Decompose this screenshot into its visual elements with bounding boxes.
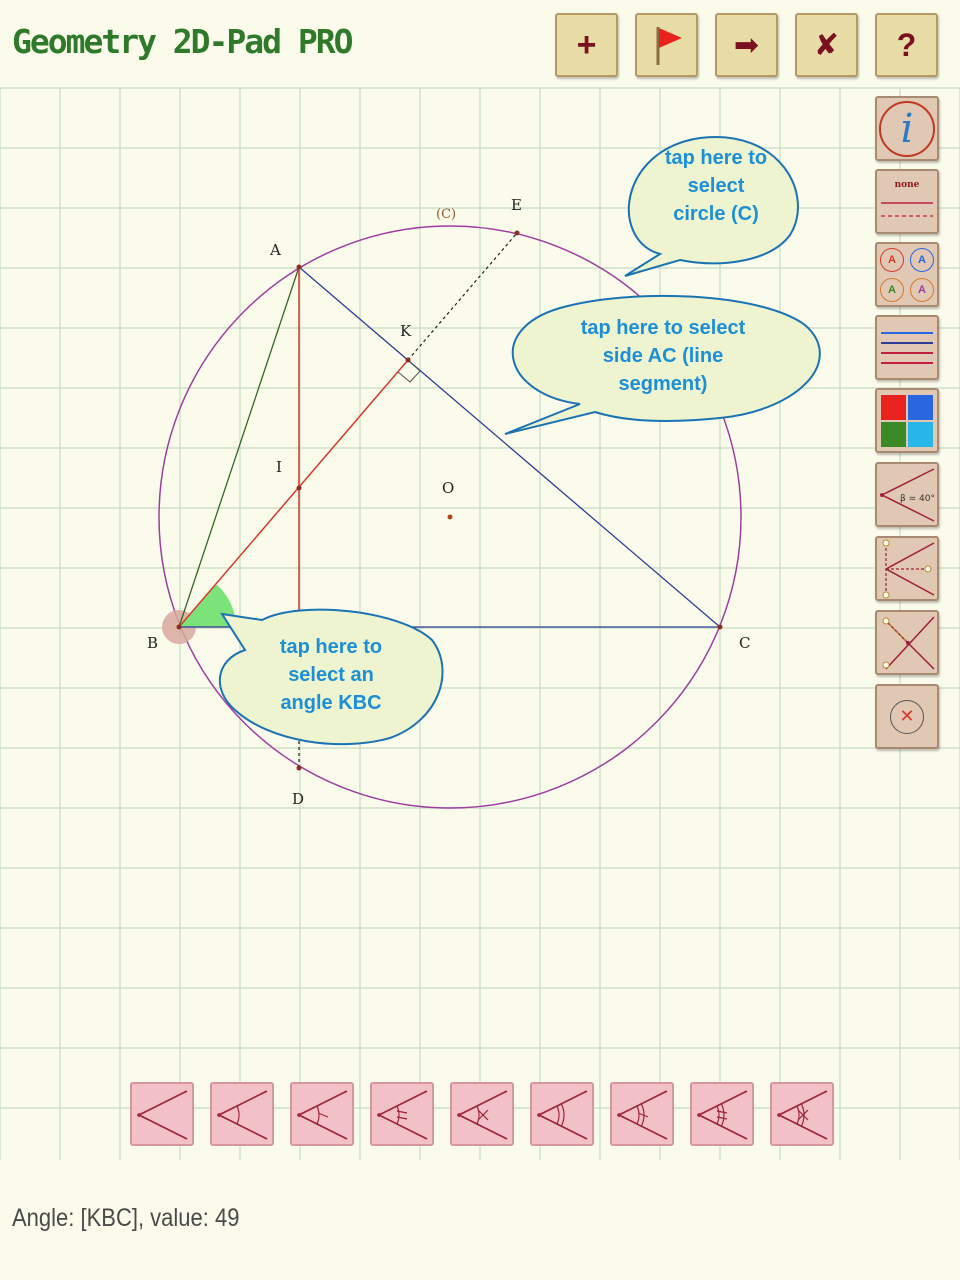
status-text: Angle: [KBC], value: 49 [12, 1204, 240, 1232]
extension-e [407, 232, 518, 361]
arrow-right-icon: ➡ [733, 27, 760, 63]
color-swatch-blue [908, 394, 933, 420]
add-button[interactable]: + [555, 13, 618, 77]
label-circle-c: (C) [436, 207, 457, 222]
color-button[interactable] [875, 388, 939, 453]
line-style-icon [881, 201, 933, 217]
point-b[interactable] [176, 624, 182, 630]
angle-value-label: β = 40° [900, 494, 935, 504]
plus-icon: + [576, 25, 597, 64]
angle-mark-icon [777, 1090, 828, 1140]
label-k: K [400, 322, 412, 340]
label-b: B [147, 634, 159, 652]
info-glyph: i [900, 105, 914, 152]
angle-mark-button-single-arc-tick[interactable] [290, 1082, 354, 1146]
font-letter-blue: A [910, 247, 934, 272]
point-c[interactable] [717, 624, 723, 630]
label-c: C [739, 634, 751, 652]
segment-ab[interactable] [178, 266, 300, 628]
close-icon: ✘ [813, 27, 840, 63]
delete-button[interactable]: ✕ [875, 684, 939, 749]
color-swatch-green [881, 421, 906, 447]
callout-side-text: tap here to select side AC (line segment… [580, 317, 746, 395]
help-icon: ? [896, 26, 917, 63]
label-i: I [276, 458, 282, 476]
line-style-label: none [894, 179, 920, 190]
angle-bisector-button[interactable] [875, 536, 939, 601]
label-o: O [442, 479, 455, 497]
color-swatch-red [881, 394, 906, 420]
angle-mark-button-plain[interactable] [130, 1082, 194, 1146]
close-button[interactable]: ✘ [795, 13, 858, 77]
perpendicular-button[interactable] [875, 610, 939, 675]
angle-mark-icon [137, 1090, 188, 1140]
label-d: D [292, 790, 305, 808]
angle-mark-icon [297, 1090, 348, 1140]
point-i[interactable] [296, 485, 302, 491]
point-o[interactable] [447, 514, 453, 520]
angle-mark-button-single-arc-cross[interactable] [450, 1082, 514, 1146]
right-angle-marker-k [397, 359, 421, 383]
flag-button[interactable] [635, 13, 698, 77]
angle-bisector-icon [882, 539, 935, 598]
line-style-button[interactable]: none [875, 169, 939, 234]
redo-button[interactable]: ➡ [715, 13, 778, 77]
label-e: E [511, 196, 522, 214]
info-button[interactable]: i [875, 96, 939, 161]
line-width-button[interactable] [875, 315, 939, 380]
angle-mark-button-double-arc[interactable] [530, 1082, 594, 1146]
delete-icon: ✕ [890, 699, 924, 734]
color-swatch-cyan [908, 421, 933, 447]
point-e[interactable] [514, 230, 520, 236]
info-icon: i [879, 100, 935, 157]
app-title: Geometry 2D-Pad PRO [12, 22, 353, 61]
point-d[interactable] [296, 765, 302, 771]
angle-mark-button-double-arc-double-tick[interactable] [690, 1082, 754, 1146]
font-letter-red: A [880, 247, 904, 272]
font-letter-green: A [880, 277, 904, 302]
altitude-bk[interactable] [178, 359, 409, 628]
font-style-button[interactable]: A A A A [875, 242, 939, 307]
point-a[interactable] [296, 264, 302, 270]
callout-circle-text: tap here to select circle (C) [664, 147, 768, 225]
angle-mark-icon [217, 1090, 268, 1140]
angle-measure-button[interactable]: β = 40° [875, 462, 939, 527]
grid-lines [0, 87, 960, 1160]
font-style-icon: A A A A [880, 247, 934, 302]
angle-mark-button-double-arc-tick[interactable] [610, 1082, 674, 1146]
label-a: A [270, 241, 281, 259]
line-width-icon [881, 331, 933, 364]
flag-icon [656, 27, 682, 65]
perpendicular-icon [882, 615, 935, 670]
angle-mark-icon [457, 1090, 508, 1140]
angle-mark-button-single-arc[interactable] [210, 1082, 274, 1146]
angle-mark-button-single-arc-double-tick[interactable] [370, 1082, 434, 1146]
angle-mark-icon [697, 1090, 748, 1140]
angle-mark-icon [537, 1090, 588, 1140]
angle-mark-icon [377, 1090, 428, 1140]
angle-mark-button-double-arc-cross[interactable] [770, 1082, 834, 1146]
font-letter-purple: A [910, 277, 934, 302]
angle-measure-icon: β = 40° [880, 467, 935, 522]
angle-mark-icon [617, 1090, 668, 1140]
callout-angle-text: tap here to select an angle KBC [279, 636, 383, 714]
help-button[interactable]: ? [875, 13, 938, 77]
point-k[interactable] [405, 357, 411, 363]
color-palette-icon [881, 394, 933, 447]
